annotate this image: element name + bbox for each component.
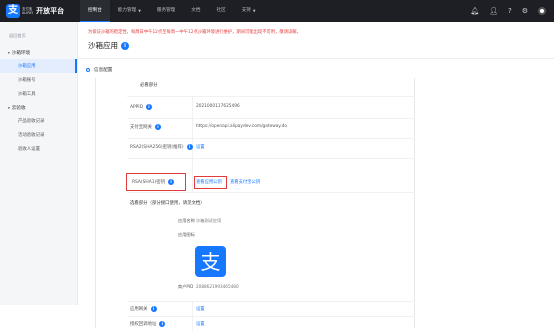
sidebar-group-sandbox[interactable]: ▾ 沙箱环境 xyxy=(0,46,77,59)
platform-title: 开放平台 xyxy=(36,7,65,15)
sidebar-item-product-acceptance[interactable]: 产品验收记录 xyxy=(0,114,77,128)
required-section-title: 必看部分 xyxy=(140,83,158,88)
auth-callback-label-text: 授权回调地址 xyxy=(130,322,157,327)
rsa2-label-text: RSA2(SHA256)密钥(推荐) xyxy=(130,145,184,150)
info-icon[interactable]: i xyxy=(154,124,161,130)
chevron-down-icon: ▼ xyxy=(252,9,256,13)
sidebar-group-cloud-acceptance[interactable]: ▾ 云验收 xyxy=(0,101,77,114)
app-icon: 支 xyxy=(195,246,226,277)
appid-value: 2021000117625496 xyxy=(196,104,240,109)
top-right-tools: 🔔︎ 👤︎ ? ⚙ xyxy=(470,7,554,15)
main-content: 为保证沙箱的稳定性，每周日中午12点至每周一中午12点沙箱环境进行维护，期间可能… xyxy=(78,22,554,331)
optional-section-title: 选看部分（部分接口使用，请见文档） xyxy=(130,201,205,206)
page-title-text: 沙箱应用 xyxy=(88,41,118,50)
back-home-link[interactable]: 返回首页 xyxy=(0,22,77,46)
section-header: 信息配置 xyxy=(86,67,112,73)
logo-subtext: 支付宝 ALIPAY xyxy=(22,7,33,15)
rsa-sha1-label: RSA(SHA1)密钥 i xyxy=(132,179,175,185)
logo[interactable]: 支 支付宝 ALIPAY 开放平台 xyxy=(0,0,80,22)
title-divider xyxy=(78,58,554,59)
row-divider xyxy=(127,316,415,317)
row-divider xyxy=(127,158,415,159)
nav-capability-label: 能力管理 xyxy=(117,8,137,13)
gateway-label-text: 支付宝网关 xyxy=(130,125,152,130)
row-divider xyxy=(127,118,415,119)
nav-service-label: 服务管理 xyxy=(156,8,176,13)
row-divider xyxy=(127,96,415,97)
info-icon[interactable]: i xyxy=(150,306,157,312)
view-app-public-key-link[interactable]: 查看应用公钥 xyxy=(196,179,222,185)
nav-docs[interactable]: 文档 xyxy=(183,0,208,22)
appid-label-text: APPID xyxy=(130,104,143,110)
nav-console-label: 控制台 xyxy=(88,7,102,13)
info-icon[interactable]: i xyxy=(121,41,129,50)
rsa-sha1-label-text: RSA(SHA1)密钥 xyxy=(132,180,166,185)
nav-support-label: 支持 xyxy=(241,8,251,13)
maintenance-notice: 为保证沙箱的稳定性，每周日中午12点至每周一中午12点沙箱环境进行维护，期间可能… xyxy=(88,30,301,35)
row-divider xyxy=(127,192,415,193)
app-gateway-set-link[interactable]: 设置 xyxy=(196,306,205,312)
app-gateway-label-text: 应用网关 xyxy=(130,307,148,312)
avatar[interactable] xyxy=(538,7,546,15)
sidebar-item-sandbox-tools[interactable]: 沙箱工具 xyxy=(0,87,77,101)
section-title: 信息配置 xyxy=(94,68,113,73)
chevron-down-icon: ▾ xyxy=(8,105,10,110)
appid-label: APPID i xyxy=(130,104,152,110)
app-icon-label: 应用图标 xyxy=(178,232,195,237)
gateway-value: https://openapi.alipaydev.com/gateway.do xyxy=(196,124,288,129)
gateway-label: 支付宝网关 i xyxy=(130,124,161,130)
nav-support[interactable]: 支持 ▼ xyxy=(234,0,264,22)
rsa2-label: RSA2(SHA256)密钥(推荐) i xyxy=(130,144,193,150)
sidebar-item-acceptor-settings[interactable]: 验收人设置 xyxy=(0,142,77,156)
settings-icon[interactable]: ⚙ xyxy=(522,7,528,15)
sidebar-item-sandbox-account[interactable]: 沙箱账号 xyxy=(0,73,77,87)
app-gateway-label: 应用网关 i xyxy=(130,306,157,312)
sidebar-item-sandbox-app[interactable]: 沙箱应用 xyxy=(0,59,77,73)
auth-callback-label: 授权回调地址 i xyxy=(130,321,166,327)
help-icon[interactable]: ? xyxy=(508,7,512,15)
pid-label: 商户PID xyxy=(178,284,194,289)
rsa2-set-link[interactable]: 设置 xyxy=(196,144,205,150)
info-icon[interactable]: i xyxy=(145,104,152,110)
view-alipay-public-key-link[interactable]: 查看支付宝公钥 xyxy=(230,179,260,185)
top-navbar: 支 支付宝 ALIPAY 开放平台 控制台 能力管理 ▼ 服务管理 文档 社区 支… xyxy=(0,0,554,22)
app-name-label: 应用名称 xyxy=(178,218,195,223)
row-divider xyxy=(127,301,415,302)
nav-community[interactable]: 社区 xyxy=(208,0,233,22)
info-icon[interactable]: i xyxy=(186,144,193,150)
pid-value: 2088621993465480 xyxy=(196,284,239,289)
auth-callback-set-link[interactable]: 设置 xyxy=(196,321,205,327)
page-title: 沙箱应用 i xyxy=(88,40,129,51)
sidebar: 返回首页 ▾ 沙箱环境 沙箱应用 沙箱账号 沙箱工具 ▾ 云验收 产品验收记录 … xyxy=(0,22,78,305)
user-icon[interactable]: 👤︎ xyxy=(489,7,498,15)
sidebar-item-activity-acceptance[interactable]: 活动验收记录 xyxy=(0,128,77,142)
app-name-value: 沙箱测试应用 xyxy=(196,218,222,223)
logo-sub-en: ALIPAY xyxy=(22,11,34,15)
bell-icon[interactable]: 🔔︎ xyxy=(470,7,479,15)
chevron-down-icon: ▾ xyxy=(8,50,10,55)
nav-service[interactable]: 服务管理 xyxy=(149,0,183,22)
main-nav: 控制台 能力管理 ▼ 服务管理 文档 社区 支持 ▼ xyxy=(80,0,264,22)
chevron-down-icon: ▼ xyxy=(138,9,141,13)
alipay-app-icon: 支 xyxy=(200,249,221,274)
info-icon[interactable]: i xyxy=(168,179,175,185)
sidebar-group-label: 云验收 xyxy=(11,105,26,111)
config-panel: 必看部分 APPID i 2021000117625496 支付宝网关 i ht… xyxy=(95,78,415,331)
info-icon[interactable]: i xyxy=(159,321,166,327)
nav-docs-label: 文档 xyxy=(191,8,201,13)
bullet-icon xyxy=(86,68,90,72)
row-divider xyxy=(127,138,415,139)
nav-console[interactable]: 控制台 xyxy=(80,0,110,22)
sidebar-group-label: 沙箱环境 xyxy=(11,50,31,56)
alipay-logo-icon: 支 xyxy=(6,4,20,18)
nav-capability[interactable]: 能力管理 ▼ xyxy=(110,0,149,22)
nav-community-label: 社区 xyxy=(216,8,226,13)
